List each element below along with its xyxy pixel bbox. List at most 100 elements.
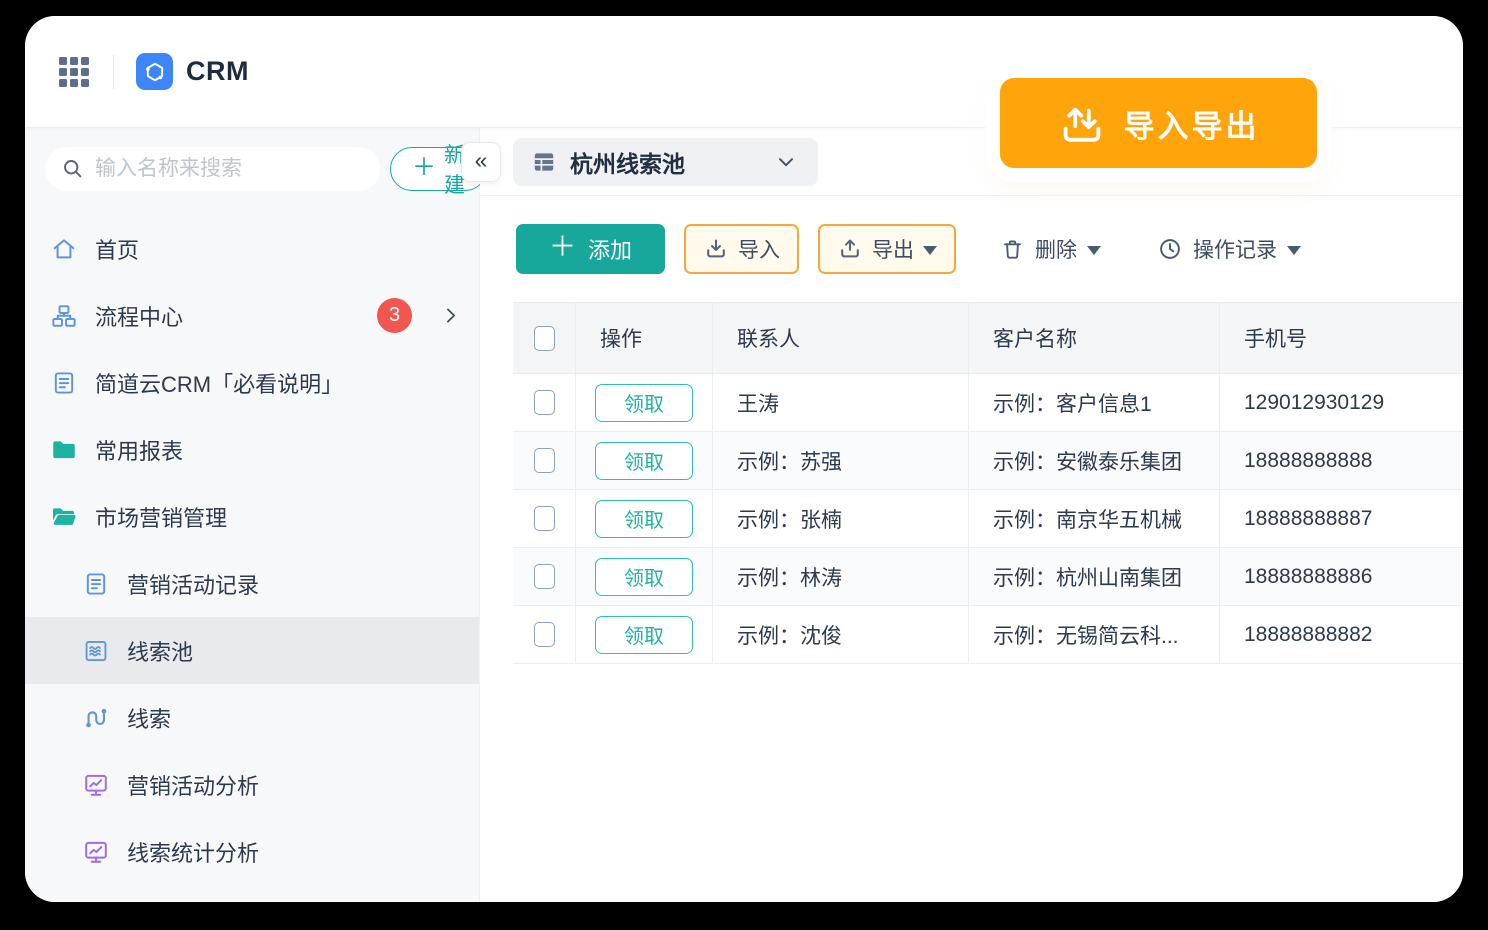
main-content: « 杭州线索池 ＋ 添加 导入 导出 删除 操作记录 操作 联系人 客户名称 手… bbox=[461, 128, 1463, 902]
table-row-action: 领取 bbox=[575, 374, 712, 432]
app-launcher-icon[interactable] bbox=[59, 56, 89, 87]
phone-cell: 18888888887 bbox=[1219, 490, 1463, 548]
caret-down-icon bbox=[1087, 245, 1102, 255]
table-view-icon bbox=[531, 149, 557, 175]
chart-monitor-icon bbox=[82, 838, 110, 866]
import-export-icon bbox=[1058, 99, 1106, 147]
table-row-select bbox=[513, 432, 575, 490]
chevron-right-icon[interactable] bbox=[440, 305, 461, 326]
row-checkbox[interactable] bbox=[533, 564, 555, 589]
import-button[interactable]: 导入 bbox=[684, 224, 800, 274]
header-select-all bbox=[513, 302, 575, 374]
sidebar-item-label: 线索 bbox=[127, 706, 172, 732]
operation-history-button[interactable]: 操作记录 bbox=[1157, 224, 1302, 274]
phone-cell: 18888888888 bbox=[1219, 432, 1463, 490]
contact-cell: 示例：苏强 bbox=[712, 432, 968, 490]
sidebar-item-label: 简道云CRM「必看说明」 bbox=[95, 371, 344, 397]
search-input[interactable] bbox=[95, 157, 366, 181]
lead-pool-icon bbox=[82, 637, 110, 665]
lead-icon bbox=[82, 704, 110, 732]
clock-icon bbox=[1157, 236, 1183, 262]
row-checkbox[interactable] bbox=[533, 506, 555, 531]
sidebar-item-label: 流程中心 bbox=[95, 304, 184, 330]
folder-icon bbox=[50, 436, 78, 464]
row-checkbox[interactable] bbox=[533, 448, 555, 473]
sidebar: ＋ 新建 首页 bbox=[25, 128, 487, 902]
contact-cell: 示例：沈俊 bbox=[712, 606, 968, 664]
document-icon bbox=[50, 369, 78, 397]
crm-logo-icon bbox=[136, 53, 173, 90]
customer-cell: 示例：安徽泰乐集团 bbox=[968, 432, 1219, 490]
claim-button[interactable]: 领取 bbox=[595, 441, 693, 480]
table-row-select bbox=[513, 490, 575, 548]
customer-cell: 示例：客户信息1 bbox=[968, 374, 1219, 432]
sidebar-item-workflow-center[interactable]: 流程中心 3 bbox=[25, 282, 479, 349]
sidebar-item-label: 营销活动分析 bbox=[127, 773, 260, 799]
caret-down-icon bbox=[923, 245, 938, 255]
row-checkbox[interactable] bbox=[533, 390, 555, 415]
export-button-label: 导出 bbox=[872, 239, 915, 262]
column-header: 操作 bbox=[575, 302, 712, 374]
table-row-select bbox=[513, 374, 575, 432]
sidebar-item-marketing-activity-records[interactable]: 营销活动记录 bbox=[25, 550, 479, 617]
customer-cell: 示例：无锡简云科... bbox=[968, 606, 1219, 664]
import-export-label: 导入导出 bbox=[1123, 108, 1260, 144]
sidebar-item-lead-statistics-analysis[interactable]: 线索统计分析 bbox=[25, 818, 479, 885]
trash-icon bbox=[1000, 237, 1025, 262]
phone-cell: 18888888886 bbox=[1219, 548, 1463, 606]
topbar-divider bbox=[113, 54, 114, 89]
search-box[interactable] bbox=[45, 147, 380, 191]
claim-button[interactable]: 领取 bbox=[595, 499, 693, 538]
caret-down-icon bbox=[1287, 245, 1302, 255]
row-checkbox[interactable] bbox=[533, 622, 555, 647]
sidebar-item-marketing-activity-analysis[interactable]: 营销活动分析 bbox=[25, 751, 479, 818]
sidebar-item-label: 线索池 bbox=[127, 639, 194, 665]
sidebar-item-home[interactable]: 首页 bbox=[25, 215, 479, 282]
import-button-label: 导入 bbox=[738, 239, 781, 262]
app-name: CRM bbox=[186, 56, 249, 86]
table-row-action: 领取 bbox=[575, 432, 712, 490]
claim-button[interactable]: 领取 bbox=[595, 615, 693, 654]
screen-background: CRM ＋ bbox=[0, 0, 1488, 930]
sidebar-item-label: 市场营销管理 bbox=[95, 505, 228, 531]
folder-open-icon bbox=[50, 503, 78, 531]
customer-cell: 示例：南京华五机械 bbox=[968, 490, 1219, 548]
toolbar: ＋ 添加 导入 导出 删除 操作记录 bbox=[480, 196, 1463, 302]
download-icon bbox=[703, 236, 729, 262]
sidebar-item-crm-guide[interactable]: 简道云CRM「必看说明」 bbox=[25, 349, 479, 416]
document-icon bbox=[82, 570, 110, 598]
claim-button[interactable]: 领取 bbox=[595, 383, 693, 422]
chart-monitor-icon bbox=[82, 771, 110, 799]
sidebar-item-common-reports[interactable]: 常用报表 bbox=[25, 416, 479, 483]
sidebar-item-marketing-management[interactable]: 市场营销管理 bbox=[25, 483, 479, 550]
contact-cell: 王涛 bbox=[712, 374, 968, 432]
upload-icon bbox=[837, 236, 863, 262]
sidebar-menu: 首页 流程中心 3 简道云CRM「必看说明」 常用报表 市场营销管理 营销活动记… bbox=[25, 215, 479, 885]
sidebar-item-label: 营销活动记录 bbox=[127, 572, 260, 598]
sidebar-item-leads[interactable]: 线索 bbox=[25, 684, 479, 751]
export-button[interactable]: 导出 bbox=[818, 224, 957, 274]
home-icon bbox=[50, 235, 78, 263]
add-button[interactable]: ＋ 添加 bbox=[516, 224, 666, 274]
notification-badge: 3 bbox=[377, 298, 412, 333]
column-header: 手机号 bbox=[1219, 302, 1463, 374]
table-row-action: 领取 bbox=[575, 606, 712, 664]
add-button-label: 添加 bbox=[588, 238, 633, 263]
import-export-spotlight-button[interactable]: 导入导出 bbox=[1000, 78, 1317, 168]
table-row-action: 领取 bbox=[575, 548, 712, 606]
delete-button[interactable]: 删除 bbox=[1000, 224, 1102, 274]
sidebar-item-label: 首页 bbox=[95, 237, 140, 263]
chevron-down-icon bbox=[774, 150, 798, 174]
sidebar-item-lead-pool[interactable]: 线索池 bbox=[25, 617, 479, 684]
delete-button-label: 删除 bbox=[1035, 239, 1078, 262]
collapse-sidebar-button[interactable]: « bbox=[461, 142, 501, 182]
search-icon bbox=[61, 157, 85, 181]
column-header: 联系人 bbox=[712, 302, 968, 374]
claim-button[interactable]: 领取 bbox=[595, 557, 693, 596]
workflow-icon bbox=[50, 302, 78, 330]
select-all-checkbox[interactable] bbox=[533, 325, 555, 351]
table-row-select bbox=[513, 548, 575, 606]
view-switcher[interactable]: 杭州线索池 bbox=[513, 137, 818, 186]
column-header: 客户名称 bbox=[968, 302, 1219, 374]
customer-cell: 示例：杭州山南集团 bbox=[968, 548, 1219, 606]
